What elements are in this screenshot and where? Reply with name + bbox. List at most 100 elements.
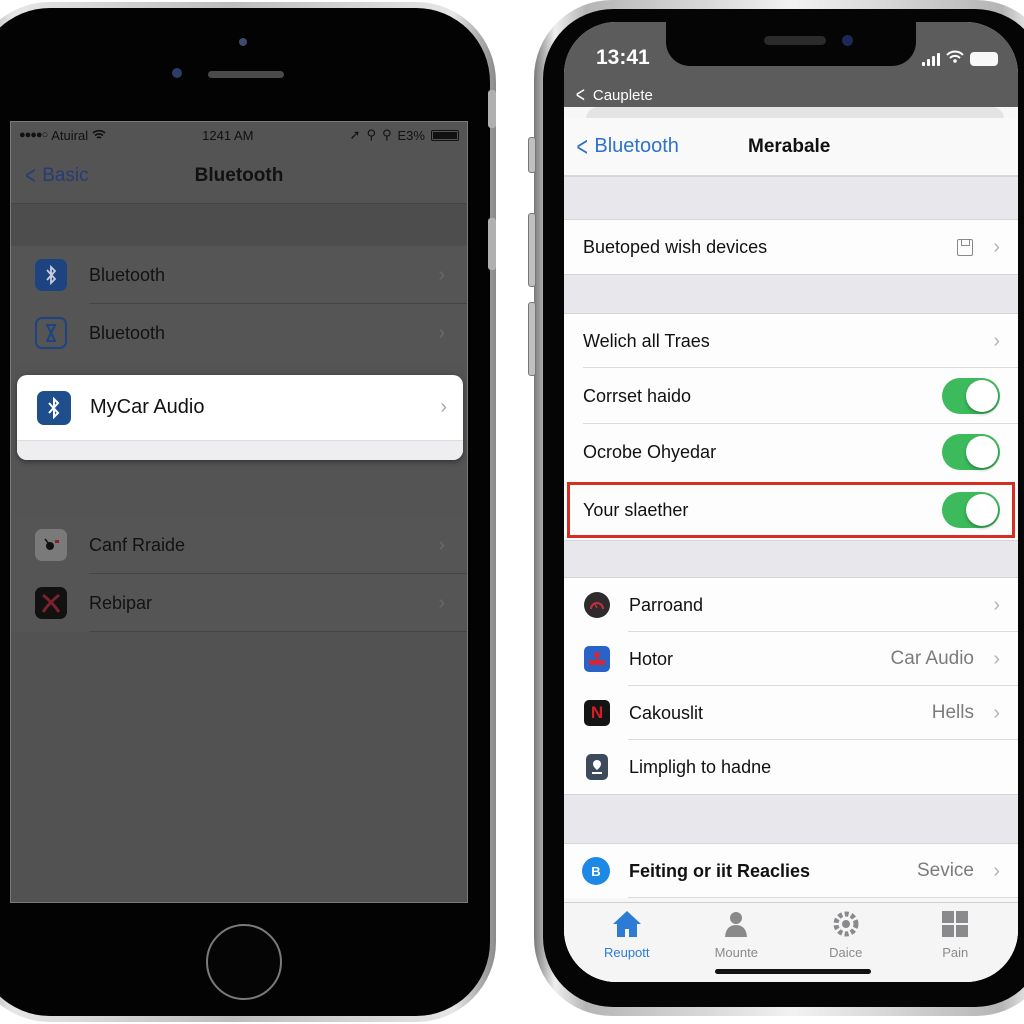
list-item-label: Rebipar (89, 592, 153, 613)
section-gap (564, 540, 1018, 578)
list-item-label: Welich all Traes (583, 330, 710, 351)
carrier-name: Atuiral (51, 127, 89, 143)
toggle-knob (966, 494, 998, 526)
bluetooth-icon (35, 259, 67, 291)
chevron-right-icon: › (438, 533, 445, 556)
alarm-icon: ⚲ (366, 127, 376, 142)
previous-app-label: Cauplete (592, 86, 653, 104)
chevron-right-icon: › (993, 593, 1000, 616)
toggle-knob (966, 380, 998, 412)
signal-dots-icon: ●●●●○ (19, 129, 48, 141)
bluetooth-icon (37, 390, 71, 425)
right-phone-mute-switch[interactable] (528, 137, 536, 173)
chevron-right-icon: › (993, 859, 1000, 882)
list-item[interactable]: Welich all Traes › (564, 314, 1018, 368)
tab-label: Reupott (603, 945, 650, 960)
left-phone-side-button[interactable] (488, 90, 496, 128)
chevron-left-icon: < (25, 160, 36, 190)
list-item-label: Limpligh to hadne (629, 756, 772, 777)
list-item-label: Bluetooth (89, 264, 166, 285)
chevron-right-icon: › (993, 235, 1000, 258)
list-item[interactable]: N Cakouslit Hells › (564, 686, 1018, 740)
cellular-signal-icon (922, 52, 940, 66)
toggle-switch[interactable] (942, 434, 1000, 470)
tab-label: Mounte (714, 945, 758, 960)
tab-label: Pain (942, 945, 969, 960)
tab-pain[interactable]: Pain (905, 903, 1005, 982)
right-phone-screen: 13:41 < Cauplete < Bluetooth Merabale Bu… (564, 22, 1018, 982)
list-item[interactable]: Buetoped wish devices › (564, 220, 1018, 274)
settings-sheet: < Bluetooth Merabale Buetoped wish devic… (564, 107, 1018, 982)
status-icons (922, 50, 998, 68)
chevron-right-icon: › (438, 591, 445, 614)
back-button[interactable]: < Basic (23, 160, 89, 191)
list-item-label: Cakouslit (629, 702, 704, 723)
list-item-label: Hotor (629, 648, 674, 669)
chevron-right-icon: › (993, 647, 1000, 670)
separator (628, 897, 1018, 898)
list-item[interactable]: Rebipar › (11, 574, 467, 632)
person-icon (721, 907, 751, 941)
home-indicator[interactable] (715, 969, 871, 974)
list-item[interactable]: Bluetooth › (11, 304, 467, 362)
tab-reupott[interactable]: Reupott (577, 903, 677, 982)
front-camera (172, 68, 182, 78)
chevron-right-icon: › (438, 263, 445, 286)
section-gap (564, 794, 1018, 844)
netflix-icon: N (584, 700, 610, 726)
return-to-app-button[interactable]: < Cauplete (574, 82, 653, 108)
list-item-value: Sevice (916, 860, 974, 881)
row-footer (17, 440, 463, 460)
nav-bar: < Bluetooth Merabale (564, 118, 1018, 176)
earpiece-speaker (208, 71, 284, 78)
list-item[interactable]: Limpligh to hadne (564, 740, 1018, 794)
gauge-app-icon (35, 529, 67, 561)
right-phone-volume-up[interactable] (528, 213, 536, 287)
chevron-left-icon: < (575, 82, 585, 107)
status-time: 1241 AM (202, 127, 254, 143)
nav-bar: < Basic Bluetooth (11, 148, 467, 204)
list-item-label: Parroand (629, 594, 704, 615)
toggle-switch[interactable] (942, 378, 1000, 414)
home-button[interactable] (206, 924, 282, 1000)
toggle-label: Your slaether (583, 499, 689, 520)
battery-percent: E3% (397, 127, 425, 143)
right-phone-volume-down[interactable] (528, 302, 536, 376)
list-item[interactable]: B Feiting or iit Reaclies Sevice › (564, 844, 1018, 898)
left-phone-screen: ●●●●○ Atuiral 1241 AM ➚ ⚲ ⚲ E3% < Basic … (10, 121, 468, 903)
bluetooth-status-icon: ⚲ (381, 127, 392, 142)
location-arrow-icon: ➚ (349, 127, 361, 142)
save-icon (957, 238, 973, 256)
empty-area (11, 632, 467, 902)
front-camera (842, 35, 853, 46)
battery-icon (970, 52, 998, 66)
back-label: Basic (42, 164, 89, 186)
proximity-sensor (239, 38, 247, 46)
chevron-right-icon: › (440, 396, 447, 418)
back-button[interactable]: < Bluetooth (574, 131, 678, 163)
toggle-label: Corrset haido (583, 385, 692, 406)
notch (666, 22, 916, 66)
toggle-knob (966, 436, 998, 468)
toggle-row-highlighted: Your slaether (564, 480, 1018, 540)
toggle-row: Ocrobe Ohyedar (564, 424, 1018, 480)
list-item-label: Bluetooth (89, 322, 166, 343)
highlighted-device-row[interactable]: MyCar Audio › (17, 375, 463, 460)
crossed-app-icon (35, 587, 67, 619)
list-item-value: Hells (931, 702, 974, 723)
list-item[interactable]: Parroand › (564, 578, 1018, 632)
page-title: Merabale (748, 135, 831, 157)
list-item[interactable]: Canf Rraide › (11, 516, 467, 574)
list-item[interactable]: Hotor Car Audio › (564, 632, 1018, 686)
device-name: MyCar Audio (90, 396, 205, 418)
status-bar: ●●●●○ Atuiral 1241 AM ➚ ⚲ ⚲ E3% (11, 122, 467, 148)
map-pin-app-icon (586, 754, 608, 780)
chevron-right-icon: › (993, 701, 1000, 724)
tab-label: Daice (829, 945, 863, 960)
left-phone-volume-button[interactable] (488, 218, 496, 270)
toggle-switch[interactable] (942, 492, 1000, 528)
home-icon (611, 907, 643, 941)
toggle-row: Corrset haido (564, 368, 1018, 424)
toggle-label: Ocrobe Ohyedar (583, 441, 717, 462)
list-item[interactable]: Bluetooth › (11, 246, 467, 304)
